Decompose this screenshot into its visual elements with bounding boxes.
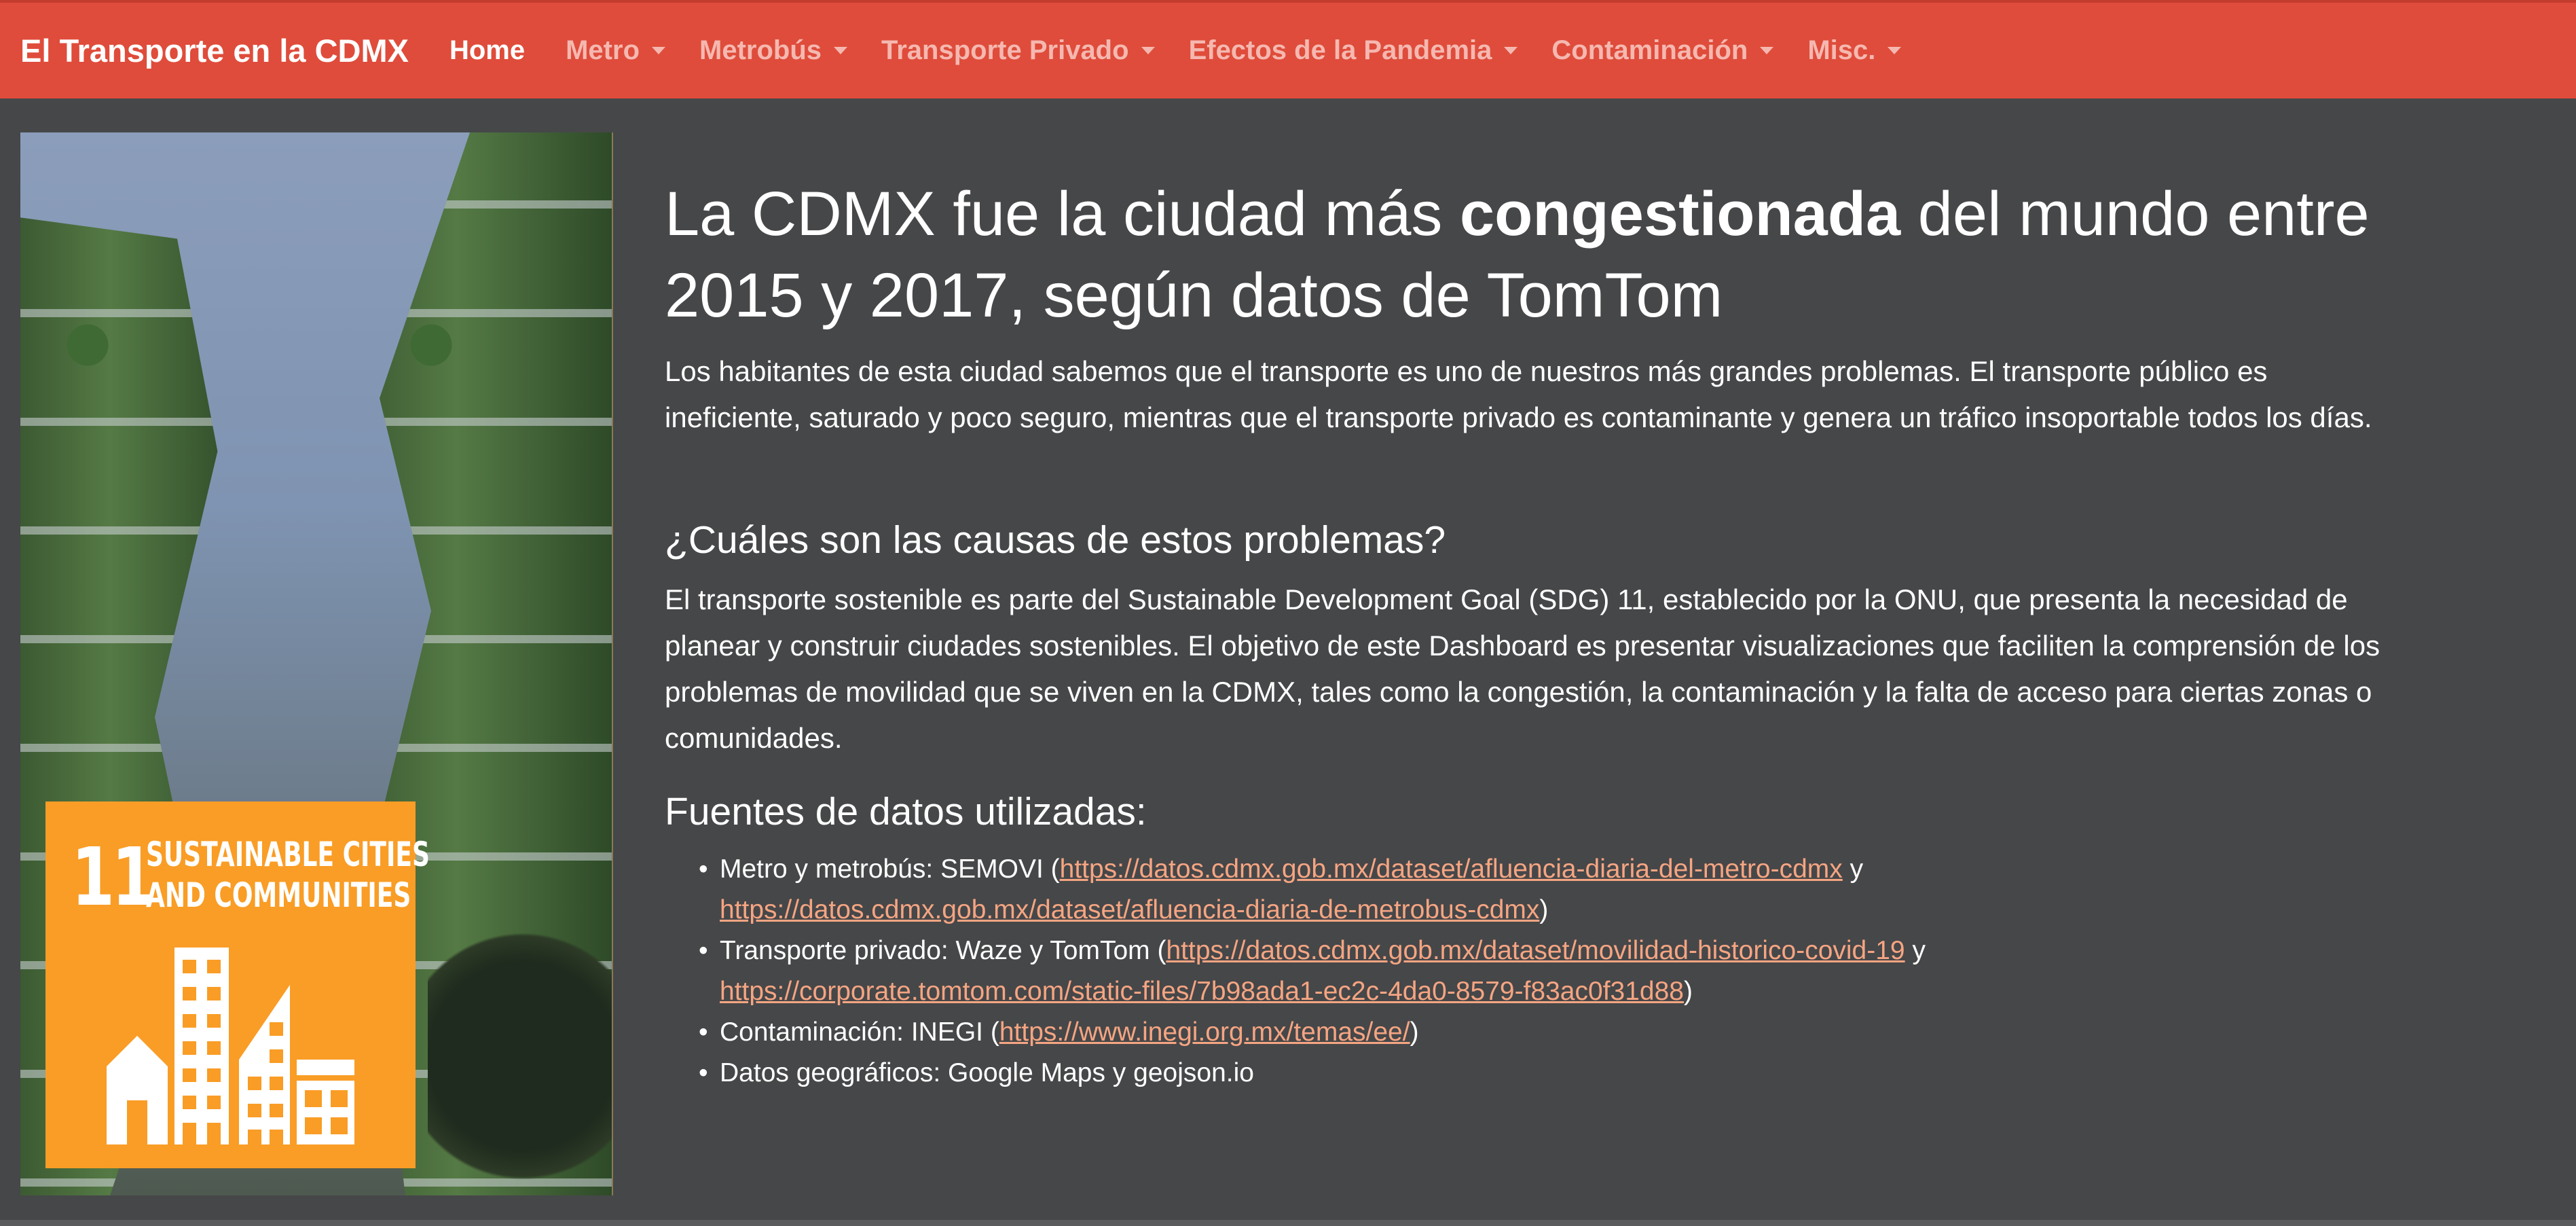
nav-misc-dropdown[interactable]: Misc. — [1807, 35, 1902, 66]
link-tomtom-report[interactable]: https://corporate.tomtom.com/static-file… — [720, 977, 1684, 1006]
source-label: Transporte privado: Waze y TomTom ( — [720, 936, 1166, 965]
page-bottom-border — [0, 1220, 2576, 1226]
nav-transporte-privado-label: Transporte Privado — [881, 35, 1129, 65]
nav-metro-label: Metro — [566, 35, 640, 65]
chevron-down-icon — [1760, 47, 1774, 54]
link-metro-dataset[interactable]: https://datos.cdmx.gob.mx/dataset/afluen… — [1060, 854, 1843, 884]
causes-paragraph: El transporte sostenible es parte del Su… — [665, 583, 2380, 754]
title-emphasis: congestionada — [1459, 179, 1901, 249]
list-item-private-transport: Transporte privado: Waze y TomTom (https… — [699, 931, 2328, 1012]
chevron-down-icon — [834, 47, 847, 54]
chevron-down-icon — [1504, 47, 1518, 54]
sdg-number: 11 — [71, 830, 155, 924]
nav-metrobus-label: Metrobús — [699, 35, 822, 65]
navbar-brand[interactable]: El Transporte en la CDMX — [20, 32, 409, 69]
source-close: ) — [1539, 895, 1549, 924]
source-label: Metro y metrobús: SEMOVI ( — [720, 854, 1060, 884]
intro-paragraph: Los habitantes de esta ciudad sabemos qu… — [665, 355, 2372, 433]
source-label: Contaminación: INEGI ( — [720, 1017, 999, 1047]
chevron-down-icon — [652, 47, 665, 54]
list-item-geo: Datos geográficos: Google Maps y geojson… — [699, 1053, 2328, 1094]
title-part-1: La CDMX fue la ciudad más — [665, 179, 1460, 249]
source-joiner: y — [1905, 936, 1926, 965]
hero-image: 11 SUSTAINABLE CITIES AND COMMUNITIES — [20, 132, 613, 1195]
nav-contaminacion-dropdown[interactable]: Contaminación — [1551, 35, 1774, 66]
sources-heading: Fuentes de datos utilizadas: — [665, 790, 1147, 833]
nav-contaminacion-label: Contaminación — [1551, 35, 1748, 65]
sdg-11-badge: 11 SUSTAINABLE CITIES AND COMMUNITIES — [45, 801, 430, 1168]
city-buildings-icon — [107, 948, 354, 1144]
chevron-down-icon — [1888, 47, 1902, 54]
nav-pandemia-label: Efectos de la Pandemia — [1188, 35, 1492, 65]
source-close: ) — [1410, 1017, 1419, 1047]
page-title: La CDMX fue la ciudad más congestionada … — [665, 173, 2430, 336]
link-metrobus-dataset[interactable]: https://datos.cdmx.gob.mx/dataset/afluen… — [720, 895, 1539, 924]
list-item-pollution: Contaminación: INEGI (https://www.inegi.… — [699, 1012, 2328, 1053]
top-navbar: El Transporte en la CDMX Home Metro Metr… — [0, 0, 2576, 98]
causes-heading: ¿Cuáles son las causas de estos problema… — [665, 518, 1446, 562]
nav-home[interactable]: Home — [449, 35, 525, 66]
sdg-title: SUSTAINABLE CITIES AND COMMUNITIES — [146, 834, 430, 916]
link-inegi[interactable]: https://www.inegi.org.mx/temas/ee/ — [999, 1017, 1410, 1047]
nav-transporte-privado-dropdown[interactable]: Transporte Privado — [881, 35, 1155, 66]
chevron-down-icon — [1141, 47, 1155, 54]
nav-metro-dropdown[interactable]: Metro — [566, 35, 665, 66]
nav-pandemia-dropdown[interactable]: Efectos de la Pandemia — [1189, 35, 1518, 66]
tree-foliage — [428, 914, 612, 1195]
link-movilidad-dataset[interactable]: https://datos.cdmx.gob.mx/dataset/movili… — [1166, 936, 1905, 965]
sources-list: Metro y metrobús: SEMOVI (https://datos.… — [699, 849, 2328, 1094]
nav-metrobus-dropdown[interactable]: Metrobús — [699, 35, 847, 66]
nav-misc-label: Misc. — [1807, 35, 1876, 65]
sdg-title-line2: AND COMMUNITIES — [146, 876, 411, 915]
source-joiner: y — [1842, 854, 1864, 884]
sdg-title-line1: SUSTAINABLE CITIES — [146, 835, 430, 874]
source-close: ) — [1683, 977, 1693, 1006]
list-item-metro: Metro y metrobús: SEMOVI (https://datos.… — [699, 849, 2328, 931]
